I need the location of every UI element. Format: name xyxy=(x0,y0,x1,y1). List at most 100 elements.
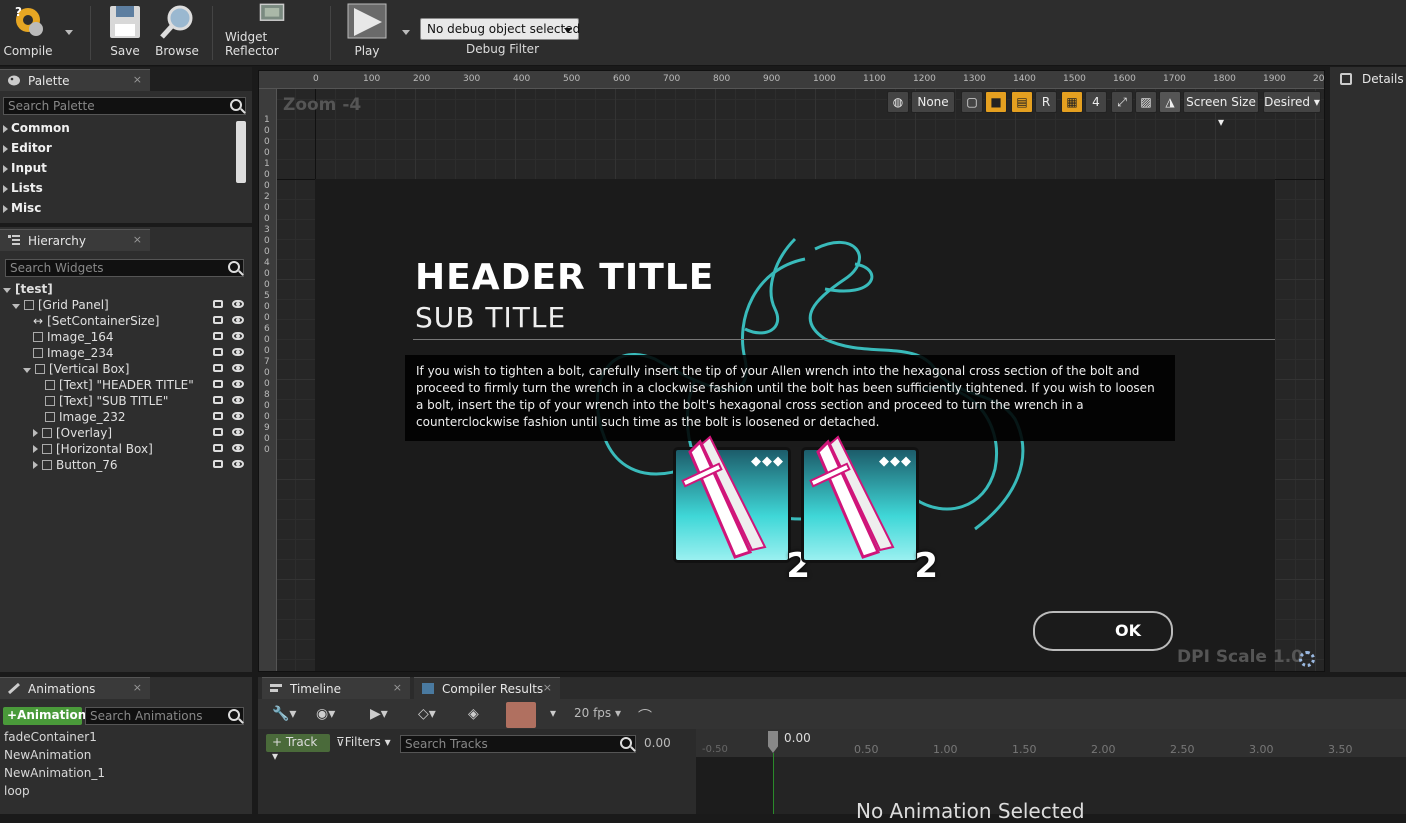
reset-zoom-button[interactable]: R xyxy=(1035,91,1057,113)
visibility-eye-icon[interactable] xyxy=(232,300,244,308)
lock-icon[interactable] xyxy=(213,428,223,436)
current-time-value[interactable]: 0.00 xyxy=(644,736,671,750)
screen-size-select[interactable]: Screen Size ▾ xyxy=(1183,91,1259,129)
key-options-icon[interactable]: ◇▾ xyxy=(418,706,436,726)
tree-item-root[interactable]: [test] xyxy=(0,282,252,298)
close-icon[interactable]: × xyxy=(133,73,142,86)
ok-button[interactable]: OK xyxy=(1033,611,1173,651)
visibility-eye-icon[interactable] xyxy=(232,460,244,468)
show-outline-toggle[interactable]: ▢ xyxy=(961,91,983,113)
tree-item-horizontal-box[interactable]: [Horizontal Box] xyxy=(0,442,252,458)
animation-item[interactable]: loop xyxy=(4,784,30,798)
localization-preview-select[interactable]: None xyxy=(911,91,955,113)
tab-animations[interactable]: Animations × xyxy=(0,677,150,699)
item-slot-2[interactable]: ◆◆◆ 2 xyxy=(801,435,938,586)
grid-snap-toggle[interactable]: ▦ xyxy=(1061,91,1083,113)
visibility-eye-icon[interactable] xyxy=(232,396,244,404)
palette-category-editor[interactable]: Editor xyxy=(0,141,52,161)
palette-search-input[interactable]: Search Palette xyxy=(3,97,246,115)
tab-hierarchy[interactable]: Hierarchy × xyxy=(0,229,150,251)
close-icon[interactable]: × xyxy=(543,681,552,694)
compile-button[interactable]: ? Compile xyxy=(2,0,54,64)
item-slot-1[interactable]: ◆◆◆ 2 xyxy=(673,435,810,586)
flip-horizontal-button[interactable]: ◮ xyxy=(1159,91,1181,113)
visibility-eye-icon[interactable] xyxy=(232,316,244,324)
expand-arrow-icon[interactable] xyxy=(12,304,20,309)
tab-details[interactable]: Details xyxy=(1362,72,1404,86)
widget-design-surface[interactable]: HEADER TITLE SUB TITLE If you wish to ti… xyxy=(315,179,1275,671)
tree-item-button-76[interactable]: Button_76 xyxy=(0,458,252,474)
visibility-eye-icon[interactable] xyxy=(232,412,244,420)
visibility-eye-icon[interactable] xyxy=(232,380,244,388)
debug-object-select[interactable]: No debug object selected xyxy=(420,18,580,40)
close-icon[interactable]: × xyxy=(393,681,402,694)
tree-item-image-234[interactable]: Image_234 xyxy=(0,346,252,362)
header-title-text[interactable]: HEADER TITLE xyxy=(415,257,714,298)
palette-scrollbar[interactable] xyxy=(236,121,246,183)
lock-icon[interactable] xyxy=(213,364,223,372)
tab-timeline[interactable]: Timeline × xyxy=(262,677,410,699)
hierarchy-search-input[interactable]: Search Widgets xyxy=(5,259,244,277)
expand-arrow-icon[interactable] xyxy=(33,461,38,469)
animation-item[interactable]: fadeContainer1 xyxy=(4,730,97,744)
lock-icon[interactable] xyxy=(213,348,223,356)
play-options-dropdown[interactable] xyxy=(402,30,410,35)
filters-dropdown[interactable]: ⊽Filters ▾ xyxy=(336,735,391,749)
track-area[interactable]: -0.50 0.50 1.00 1.50 2.00 2.50 3.00 3.50… xyxy=(696,729,1406,823)
visibility-eye-icon[interactable] xyxy=(232,364,244,372)
save-button[interactable]: Save xyxy=(103,0,147,64)
compile-options-dropdown[interactable] xyxy=(65,30,73,35)
animation-item[interactable]: NewAnimation_1 xyxy=(4,766,105,780)
tree-item-text-header[interactable]: [Text] "HEADER TITLE" xyxy=(0,378,252,394)
tree-item-image-164[interactable]: Image_164 xyxy=(0,330,252,346)
fit-screen-button[interactable]: ⤢ xyxy=(1111,91,1133,113)
title-divider-image[interactable] xyxy=(413,339,1275,340)
tab-palette[interactable]: Palette × xyxy=(0,69,150,91)
add-track-button[interactable]: + Track ▾ xyxy=(266,734,330,763)
browse-button[interactable]: Browse xyxy=(153,0,201,64)
chevron-down-icon[interactable]: ▾ xyxy=(550,706,556,726)
expand-arrow-icon[interactable] xyxy=(23,368,31,373)
tree-item-vertical-box[interactable]: [Vertical Box] xyxy=(0,362,252,378)
widget-reflector-button[interactable]: Widget Reflector xyxy=(225,0,319,64)
lock-icon[interactable] xyxy=(213,460,223,468)
palette-category-lists[interactable]: Lists xyxy=(0,181,43,201)
palette-category-misc[interactable]: Misc xyxy=(0,201,41,221)
visibility-eye-icon[interactable] xyxy=(232,428,244,436)
expand-arrow-icon[interactable] xyxy=(33,445,38,453)
lock-icon[interactable] xyxy=(213,332,223,340)
curve-editor-icon[interactable]: ⌒ xyxy=(638,706,652,726)
animation-item[interactable]: NewAnimation xyxy=(4,748,91,762)
palette-category-common[interactable]: Common xyxy=(0,121,70,141)
eye-view-options-icon[interactable]: ◉▾ xyxy=(316,706,335,726)
palette-category-input[interactable]: Input xyxy=(0,161,47,181)
subtitle-text[interactable]: SUB TITLE xyxy=(415,301,566,334)
play-button[interactable]: Play xyxy=(342,0,392,64)
visibility-eye-icon[interactable] xyxy=(232,444,244,452)
localization-globe-button[interactable]: ◍ xyxy=(887,91,909,113)
preview-background-button[interactable]: ▨ xyxy=(1135,91,1157,113)
lock-icon[interactable] xyxy=(213,380,223,388)
visibility-eye-icon[interactable] xyxy=(232,348,244,356)
dpi-settings-gear-icon[interactable] xyxy=(1299,651,1315,667)
visibility-eye-icon[interactable] xyxy=(232,332,244,340)
add-animation-button[interactable]: +Animation xyxy=(3,707,86,725)
tree-item-overlay[interactable]: [Overlay] xyxy=(0,426,252,442)
key-icon[interactable]: ◈ xyxy=(468,706,479,726)
lock-icon[interactable] xyxy=(213,316,223,324)
search-tracks-input[interactable]: Search Tracks xyxy=(400,735,636,753)
animations-search-input[interactable]: Search Animations xyxy=(85,707,244,725)
expand-arrow-icon[interactable] xyxy=(33,429,38,437)
close-icon[interactable]: × xyxy=(133,233,142,246)
fps-select[interactable]: 20 fps ▾ xyxy=(574,706,621,726)
show-grid-layout-toggle[interactable]: ▤ xyxy=(1011,91,1033,113)
lock-icon[interactable] xyxy=(213,444,223,452)
grid-snap-value-select[interactable]: 4 xyxy=(1085,91,1107,113)
close-icon[interactable]: × xyxy=(133,681,142,694)
tree-item-image-232[interactable]: Image_232 xyxy=(0,410,252,426)
designer-canvas[interactable]: 0 100 200 300 400 500 600 700 800 900 1000 1100 1200… xyxy=(258,70,1325,672)
lock-icon[interactable] xyxy=(213,300,223,308)
auto-key-toggle[interactable] xyxy=(506,702,536,728)
play-options-icon[interactable]: ▶▾ xyxy=(370,706,388,726)
wrench-settings-icon[interactable]: 🔧▾ xyxy=(272,706,296,726)
